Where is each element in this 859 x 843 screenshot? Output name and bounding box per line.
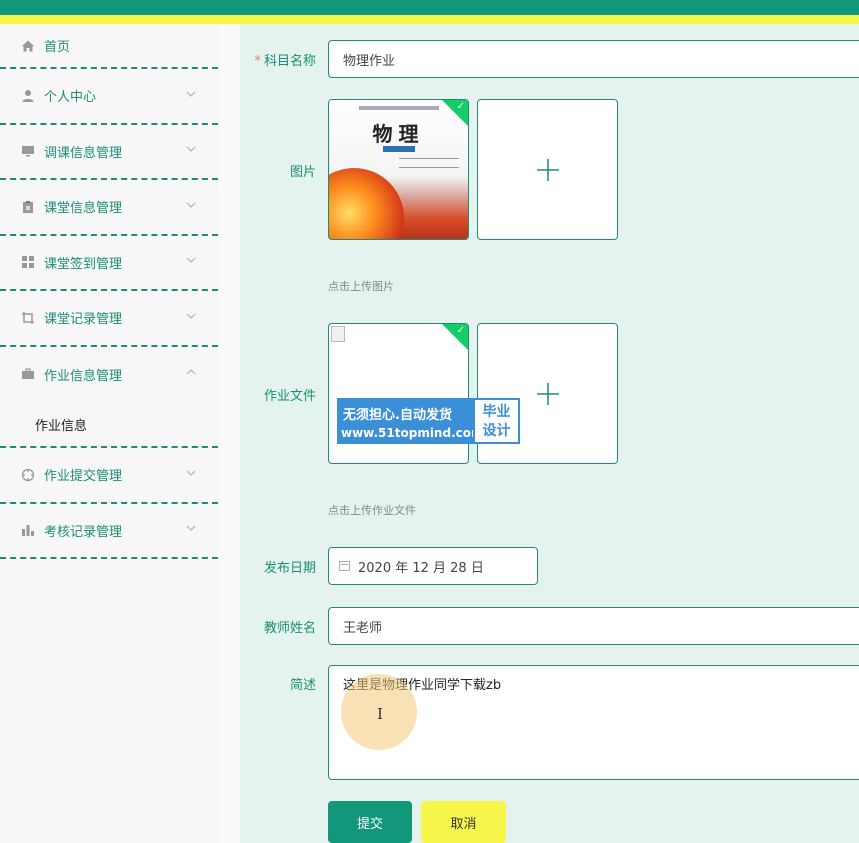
clipboard-icon [20, 199, 36, 215]
briefcase-icon [20, 366, 36, 382]
watermark-right1: 毕业 [482, 404, 511, 420]
date-value: 2020 年 12 月 28 日 [358, 560, 484, 576]
description-label: 简述 [289, 678, 316, 693]
sidebar-item-home[interactable]: 首页 [0, 24, 218, 69]
watermark-overlay: 无须担心.自动发货 www.51topmind.com 毕业 设计 [337, 398, 520, 444]
calendar-icon [339, 561, 350, 571]
chevron-down-icon [186, 311, 198, 323]
submit-button[interactable]: 提交 [328, 801, 412, 843]
text-cursor-icon: I [377, 705, 383, 723]
sidebar-item-schedule-change[interactable]: 调课信息管理 [0, 125, 218, 180]
crop-icon [20, 310, 36, 326]
sidebar-item-personal-center[interactable]: 个人中心 [0, 69, 218, 125]
teacher-label: 教师姓名 [263, 621, 316, 636]
teacher-input-value: 王老师 [343, 620, 383, 636]
image-upload-hint: 点击上传图片 [328, 280, 394, 293]
chevron-down-icon [186, 468, 198, 480]
watermark-line2: www.51topmind.com [341, 426, 484, 440]
cancel-button[interactable]: 取消 [421, 801, 506, 843]
subject-input-value: 物理作业 [343, 53, 396, 69]
sidebar-item-label: 个人中心 [44, 90, 97, 106]
image-upload-button[interactable] [477, 99, 618, 240]
chevron-down-icon [186, 200, 198, 212]
chevron-down-icon [186, 89, 198, 101]
bar-chart-icon [20, 522, 36, 538]
file-upload-hint: 点击上传作业文件 [328, 504, 416, 517]
sidebar-item-label: 首页 [44, 40, 71, 55]
watermark-right2: 设计 [482, 423, 511, 439]
sidebar-gutter [218, 24, 240, 843]
grid-icon [20, 254, 36, 270]
check-icon: ✓ [456, 101, 465, 112]
teacher-input[interactable]: 王老师 [328, 607, 859, 645]
subject-label: * 科目名称 [254, 54, 316, 69]
monitor-icon [20, 143, 36, 159]
watermark-line1: 无须担心.自动发货 [343, 408, 452, 423]
sidebar-item-label: 课堂签到管理 [44, 256, 123, 272]
image-preview[interactable]: 物理 ✓ [328, 99, 469, 240]
sidebar-item-homework-info[interactable]: 作业信息管理 [0, 347, 218, 403]
sidebar-item-homework-submission[interactable]: 作业提交管理 [0, 448, 218, 504]
top-accent-stripe [0, 15, 859, 24]
sidebar-item-class-records[interactable]: 课堂记录管理 [0, 291, 218, 347]
sidebar-item-attendance[interactable]: 课堂签到管理 [0, 236, 218, 291]
sidebar-item-label: 调课信息管理 [44, 145, 123, 161]
top-bar [0, 0, 859, 15]
date-picker-input[interactable]: 2020 年 12 月 28 日 [328, 547, 538, 585]
home-icon [20, 38, 36, 54]
required-mark: * [254, 54, 261, 69]
sidebar-subitem-label: 作业信息 [35, 418, 88, 434]
sidebar: 首页 个人中心 调课信息管理 课堂信息管理 课堂签到管理 课堂记录管理 作业信息… [0, 24, 218, 843]
sidebar-item-class-info[interactable]: 课堂信息管理 [0, 180, 218, 236]
sidebar-item-label: 考核记录管理 [44, 524, 123, 540]
sidebar-subitem-homework-info[interactable]: 作业信息 [0, 402, 218, 448]
chevron-down-icon [186, 523, 198, 535]
check-icon: ✓ [456, 325, 465, 336]
broken-image-icon [331, 326, 345, 342]
user-icon [20, 88, 36, 104]
sidebar-item-label: 课堂记录管理 [44, 312, 123, 328]
image-label: 图片 [289, 165, 316, 180]
date-label: 发布日期 [263, 561, 316, 576]
chevron-down-icon [186, 255, 198, 267]
sidebar-item-label: 课堂信息管理 [44, 201, 123, 217]
subject-input[interactable]: 物理作业 [328, 40, 859, 78]
sidebar-item-label: 作业提交管理 [44, 469, 123, 485]
sidebar-item-assessment-records[interactable]: 考核记录管理 [0, 504, 218, 559]
chevron-up-icon [186, 367, 198, 379]
chevron-down-icon [186, 144, 198, 156]
file-label: 作业文件 [263, 389, 316, 404]
plus-icon [478, 100, 617, 239]
sidebar-item-label: 作业信息管理 [44, 368, 123, 384]
compass-icon [20, 467, 36, 483]
